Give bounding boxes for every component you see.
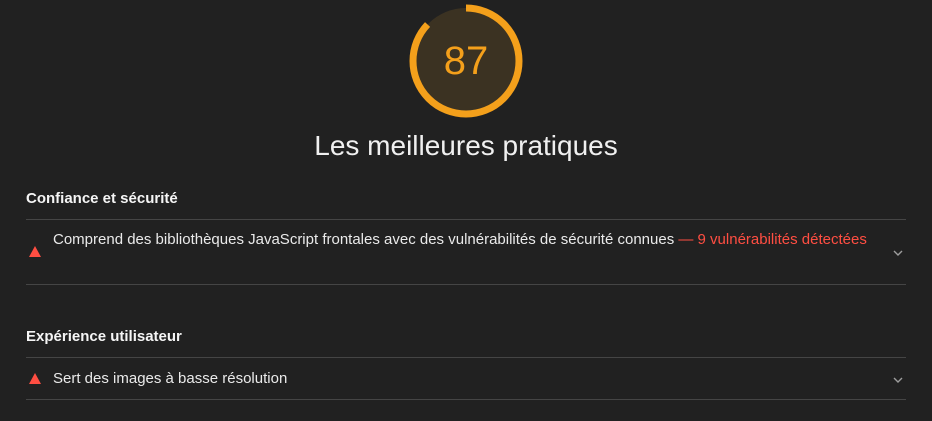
audit-title: Sert des images à basse résolution (53, 370, 288, 387)
chevron-down-icon[interactable] (892, 374, 904, 386)
score-gauge[interactable]: 87 (409, 4, 523, 118)
audit-display-value: 9 vulnérabilités détectées (697, 231, 867, 248)
divider (26, 219, 906, 220)
divider (26, 284, 906, 285)
chevron-down-icon[interactable] (892, 247, 904, 259)
audit-title: Comprend des bibliothèques JavaScript fr… (53, 231, 675, 248)
audit-separator: — (674, 231, 698, 248)
divider (26, 357, 906, 358)
divider (26, 399, 906, 400)
audit-low-resolution-images[interactable]: Sert des images à basse résolution (26, 366, 906, 392)
lighthouse-best-practices-panel: 87 Les meilleures pratiques Confiance et… (0, 0, 932, 421)
group-title-user-experience: Expérience utilisateur (26, 328, 182, 345)
category-title: Les meilleures pratiques (314, 130, 618, 161)
triangle-warning-icon (29, 373, 41, 384)
audit-vulnerable-libraries[interactable]: Comprend des bibliothèques JavaScript fr… (26, 227, 906, 283)
audit-text: Comprend des bibliothèques JavaScript fr… (53, 227, 873, 252)
triangle-warning-icon (29, 246, 41, 257)
group-title-trust-safety: Confiance et sécurité (26, 190, 178, 207)
audit-text: Sert des images à basse résolution (53, 366, 873, 391)
score-value: 87 (443, 38, 489, 83)
